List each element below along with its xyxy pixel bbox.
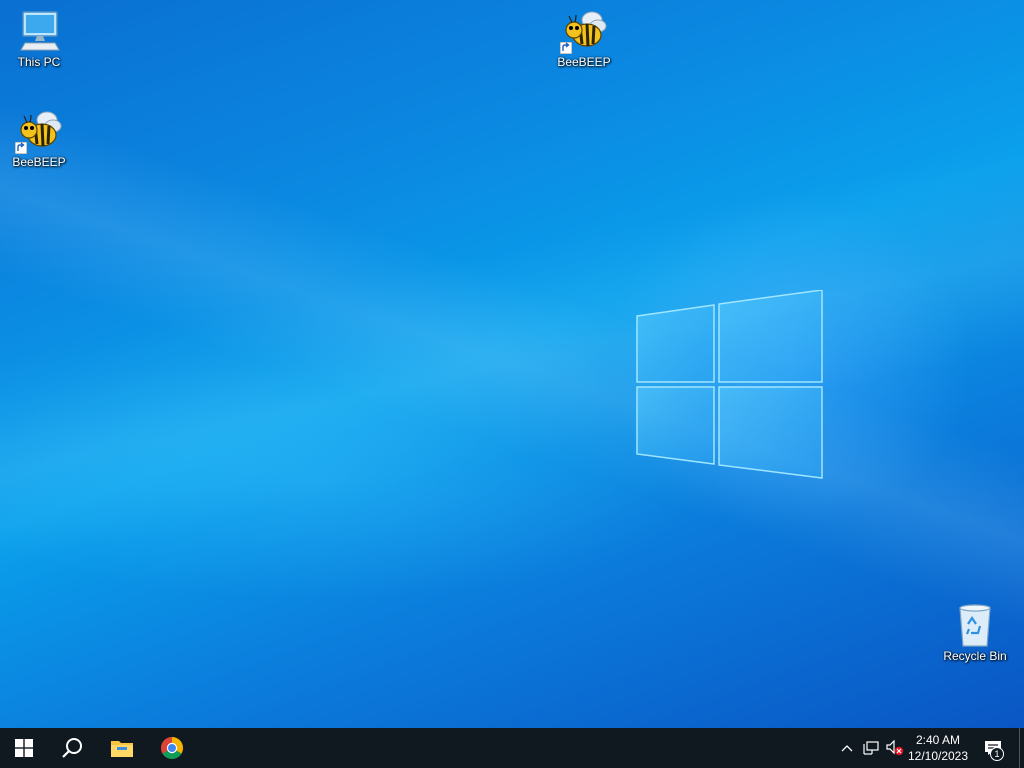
chevron-up-icon <box>841 745 853 752</box>
show-desktop-button[interactable] <box>1019 728 1024 768</box>
light-beam-upper <box>0 0 1024 728</box>
windows-logo-icon <box>15 739 33 757</box>
beebeep-bee-icon <box>15 108 63 154</box>
clock-time: 2:40 AM <box>915 733 961 747</box>
file-explorer-button[interactable] <box>98 728 146 768</box>
desktop-icon-this-pc[interactable]: This PC <box>1 8 77 69</box>
desktop-icon-beebeep[interactable]: BeeBEEP <box>1 108 77 169</box>
search-icon <box>62 738 82 758</box>
shortcut-arrow-icon <box>560 42 572 54</box>
show-hidden-icons-button[interactable] <box>836 728 858 768</box>
network-button[interactable] <box>860 728 882 768</box>
network-icon <box>863 741 879 755</box>
light-beam-lower <box>0 0 1024 728</box>
desktop-icon-label: BeeBEEP <box>557 55 611 69</box>
computer-icon <box>15 8 63 54</box>
desktop-icon-label: Recycle Bin <box>943 649 1007 663</box>
start-button[interactable] <box>0 728 48 768</box>
notification-count-badge: 1 <box>990 747 1004 761</box>
volume-muted-icon <box>886 740 904 756</box>
desktop[interactable]: This PC BeeBEEP BeeBEEP Recycle Bin <box>0 0 1024 728</box>
chrome-button[interactable] <box>148 728 196 768</box>
clock-date: 12/10/2023 <box>907 749 969 763</box>
chrome-icon <box>161 737 183 759</box>
action-center-button[interactable]: 1 <box>976 728 1010 768</box>
desktop-icon-label: This PC <box>17 55 61 69</box>
desktop-icon-recycle-bin[interactable]: Recycle Bin <box>937 602 1013 663</box>
volume-button[interactable] <box>884 728 906 768</box>
taskbar: 2:40 AM 12/10/2023 1 <box>0 728 1024 768</box>
beebeep-bee-icon <box>560 8 608 54</box>
recycle-bin-icon <box>951 602 999 648</box>
shortcut-arrow-icon <box>15 142 27 154</box>
folder-icon <box>111 741 133 757</box>
desktop-icon-beebeep[interactable]: BeeBEEP <box>546 8 622 69</box>
clock[interactable]: 2:40 AM 12/10/2023 <box>904 728 972 768</box>
search-button[interactable] <box>48 728 96 768</box>
windows-wallpaper-logo <box>636 290 823 479</box>
light-glow <box>0 0 1024 728</box>
desktop-icon-label: BeeBEEP <box>12 155 66 169</box>
